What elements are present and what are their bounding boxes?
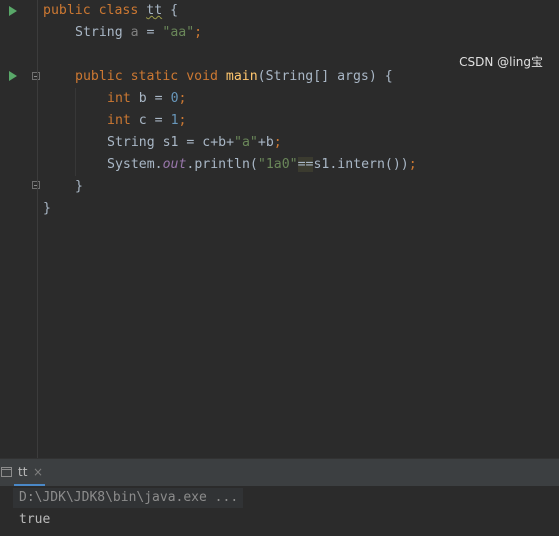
brace: { (170, 3, 179, 18)
keyword: int (107, 113, 131, 128)
keyword: int (107, 91, 131, 106)
semicolon: ; (178, 113, 187, 128)
number-literal: 0 (170, 91, 179, 106)
code-line-8[interactable]: } (75, 176, 83, 198)
semicolon: ; (194, 25, 203, 40)
run-tab-bar: tt × (0, 458, 559, 486)
semicolon: ; (178, 91, 187, 106)
params: (String[] args) { (257, 69, 393, 84)
code-text: String s1 = c+b+ (107, 135, 235, 150)
string-literal: "a" (234, 135, 258, 150)
static-field: out (162, 157, 187, 172)
highlighted-operator: == (297, 157, 314, 172)
type-name: String (75, 25, 123, 40)
indent-guide (75, 88, 76, 176)
keyword: class (98, 3, 139, 18)
fold-end-icon[interactable] (32, 181, 40, 189)
code-text: System. (107, 157, 163, 172)
code-line-4[interactable]: int b = 0; (107, 88, 186, 110)
field-name: a (130, 25, 139, 40)
code-line-3[interactable]: public static void main(String[] args) { (75, 66, 393, 88)
code-text: b = (138, 91, 163, 106)
code-line-2[interactable]: String a = "aa"; (75, 22, 202, 44)
code-text: .println( (186, 157, 258, 172)
method-name: main (225, 69, 258, 84)
keyword: public (43, 3, 91, 18)
program-output: true (19, 512, 51, 527)
code-line-7[interactable]: System.out.println("1a0"==s1.intern()); (107, 154, 417, 176)
brace: } (43, 201, 51, 216)
command-line[interactable]: D:\JDK\JDK8\bin\java.exe ... (19, 489, 238, 507)
code-line-5[interactable]: int c = 1; (107, 110, 186, 132)
code-text: c = (138, 113, 163, 128)
keyword: public (75, 69, 123, 84)
code-line-9[interactable]: } (43, 198, 51, 220)
code-line-1[interactable]: public class tt { (43, 0, 178, 22)
run-tab-label[interactable]: tt (18, 465, 27, 479)
run-tool-window: tt × D:\JDK\JDK8\bin\java.exe ... true (0, 458, 559, 536)
watermark: CSDN @ling宝 (459, 55, 543, 69)
semicolon: ; (273, 135, 282, 150)
class-name: tt (146, 3, 163, 18)
code-line-6[interactable]: String s1 = c+b+"a"+b; (107, 132, 282, 154)
string-literal: "1a0" (257, 157, 298, 172)
fold-main-icon[interactable] (32, 72, 40, 80)
code-text: s1.intern()) (313, 157, 409, 172)
close-icon[interactable]: × (33, 465, 43, 479)
run-main-icon[interactable] (9, 71, 17, 81)
keyword: static (130, 69, 179, 84)
keyword: void (186, 69, 218, 84)
run-class-icon[interactable] (9, 6, 17, 16)
semicolon: ; (408, 157, 417, 172)
gutter-divider (37, 0, 38, 458)
string-literal: "aa" (162, 25, 195, 40)
code-text: +b (257, 135, 274, 150)
console-icon (1, 467, 12, 477)
brace: } (75, 179, 83, 194)
console-output[interactable]: D:\JDK\JDK8\bin\java.exe ... true (0, 486, 559, 536)
number-literal: 1 (170, 113, 179, 128)
operator: = (146, 25, 155, 40)
editor-gutter (0, 0, 40, 458)
